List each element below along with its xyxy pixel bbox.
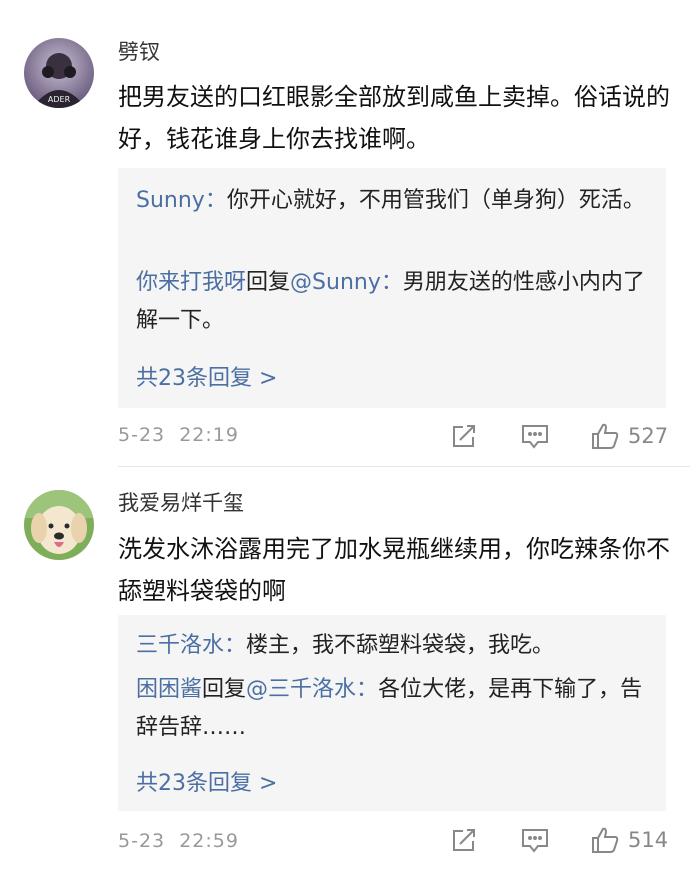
more-replies-link[interactable]: 共23条回复 >	[136, 360, 277, 392]
comment-text: 把男友送的口红眼影全部放到咸鱼上卖掉。俗话说的好，钱花谁身上你去找谁啊。	[118, 83, 670, 153]
action-bar: 527	[450, 422, 680, 452]
comment-text: 洗发水沐浴露用完了加水晃瓶继续用，你吃辣条你不舔塑料袋袋的啊	[118, 535, 670, 605]
share-icon[interactable]	[450, 826, 478, 858]
comment-1: ADER 劈钗 把男友送的口红眼影全部放到咸鱼上卖掉。俗话说的好，钱花谁身上你去…	[0, 0, 690, 468]
reply-box[interactable]: Sunny：你开心就好，不用管我们（单身狗）死活。 你来打我呀回复@Sunny：…	[118, 168, 666, 408]
timestamp: 5-23 22:19	[118, 424, 239, 446]
reply-author[interactable]: 你来打我呀	[136, 270, 246, 295]
reply-word: 回复	[202, 677, 247, 702]
reply-box[interactable]: 三千洛水：楼主，我不舔塑料袋袋，我吃。 困困酱回复@三千洛水：各位大佬，是再下输…	[118, 615, 666, 811]
username[interactable]: 劈钗	[118, 38, 160, 66]
date: 5-23	[118, 424, 166, 446]
reply-separator: ：	[224, 633, 247, 658]
comment-icon[interactable]	[520, 422, 550, 454]
reply-text: 楼主，我不舔塑料袋袋，我吃。	[246, 633, 555, 658]
reply-text: 你开心就好，不用管我们（单身狗）死活。	[226, 188, 645, 213]
reply-author[interactable]: 困困酱	[136, 677, 202, 702]
reply-author[interactable]: 三千洛水	[136, 633, 224, 658]
reply-target[interactable]: @三千洛水	[246, 677, 356, 702]
reply-separator: ：	[380, 270, 403, 295]
time: 22:19	[179, 424, 239, 446]
like-icon[interactable]	[590, 826, 620, 858]
reply-author[interactable]: Sunny	[136, 188, 205, 213]
comment-icon[interactable]	[520, 826, 550, 858]
reply-separator: ：	[204, 188, 227, 213]
avatar[interactable]	[24, 490, 94, 560]
avatar[interactable]: ADER	[24, 38, 94, 108]
reply-item: 三千洛水：楼主，我不舔塑料袋袋，我吃。	[136, 627, 651, 665]
timestamp: 5-23 22:59	[118, 830, 239, 852]
like-count: 514	[628, 828, 669, 852]
reply-separator: ：	[356, 677, 379, 702]
reply-word: 回复	[246, 270, 291, 295]
reply-item: 你来打我呀回复@Sunny：男朋友送的性感小内内了解一下。	[136, 264, 651, 340]
date: 5-23	[118, 830, 166, 852]
more-replies-link[interactable]: 共23条回复 >	[136, 765, 277, 797]
reply-target[interactable]: @Sunny	[290, 270, 381, 295]
divider	[118, 466, 690, 467]
comment-2: 我爱易烊千玺 洗发水沐浴露用完了加水晃瓶继续用，你吃辣条你不舔塑料袋袋的啊 三千…	[0, 468, 690, 870]
reply-item: 困困酱回复@三千洛水：各位大佬，是再下输了，告辞告辞……	[136, 671, 651, 747]
time: 22:59	[179, 830, 239, 852]
action-bar: 514	[450, 826, 680, 856]
reply-item: Sunny：你开心就好，不用管我们（单身狗）死活。	[136, 182, 651, 220]
share-icon[interactable]	[450, 422, 478, 454]
username[interactable]: 我爱易烊千玺	[118, 489, 244, 517]
avatar-badge-text: ADER	[48, 95, 71, 104]
like-count: 527	[628, 424, 669, 448]
like-icon[interactable]	[590, 422, 620, 454]
